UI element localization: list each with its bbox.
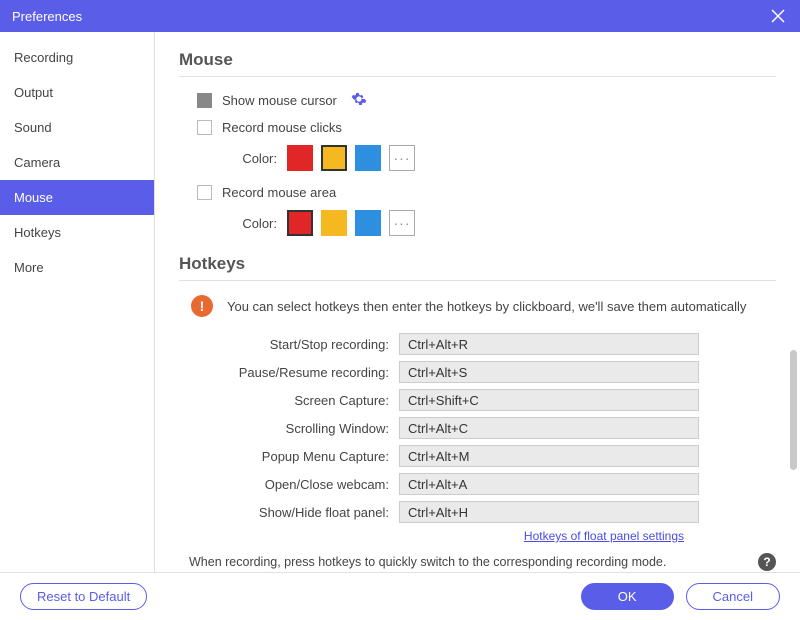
sidebar-item-output[interactable]: Output <box>0 75 154 110</box>
titlebar: Preferences <box>0 0 800 32</box>
gear-icon[interactable] <box>351 91 367 110</box>
cancel-button[interactable]: Cancel <box>686 583 780 610</box>
hotkey-row-scrolling-window: Scrolling Window: <box>179 417 776 439</box>
sidebar-item-more[interactable]: More <box>0 250 154 285</box>
ok-button[interactable]: OK <box>581 583 674 610</box>
hotkeys-note-text: When recording, press hotkeys to quickly… <box>189 555 748 569</box>
hotkey-label: Scrolling Window: <box>179 421 389 436</box>
hotkey-input-float-panel[interactable] <box>399 501 699 523</box>
sidebar-item-sound[interactable]: Sound <box>0 110 154 145</box>
sidebar-item-camera[interactable]: Camera <box>0 145 154 180</box>
hotkey-label: Popup Menu Capture: <box>179 449 389 464</box>
hotkey-row-webcam: Open/Close webcam: <box>179 473 776 495</box>
reset-default-button[interactable]: Reset to Default <box>20 583 147 610</box>
sidebar: Recording Output Sound Camera Mouse Hotk… <box>0 32 155 572</box>
hotkey-input-popup-menu[interactable] <box>399 445 699 467</box>
help-icon[interactable]: ? <box>758 553 776 571</box>
hotkey-row-screen-capture: Screen Capture: <box>179 389 776 411</box>
hotkey-input-scrolling-window[interactable] <box>399 417 699 439</box>
window-title: Preferences <box>12 9 82 24</box>
scrollbar-thumb[interactable] <box>790 350 797 470</box>
hotkey-input-pause-resume[interactable] <box>399 361 699 383</box>
float-panel-settings-link[interactable]: Hotkeys of float panel settings <box>179 529 684 543</box>
info-icon: ! <box>191 295 213 317</box>
record-area-label: Record mouse area <box>222 185 336 200</box>
hotkey-label: Pause/Resume recording: <box>179 365 389 380</box>
hotkey-label: Start/Stop recording: <box>179 337 389 352</box>
record-area-row: Record mouse area <box>179 185 776 200</box>
hotkeys-info-text: You can select hotkeys then enter the ho… <box>227 299 746 314</box>
hotkey-label: Show/Hide float panel: <box>179 505 389 520</box>
record-area-checkbox[interactable] <box>197 185 212 200</box>
area-color-label: Color: <box>229 216 277 231</box>
footer: Reset to Default OK Cancel <box>0 572 800 620</box>
close-icon[interactable] <box>768 6 788 26</box>
hotkey-input-webcam[interactable] <box>399 473 699 495</box>
hotkey-input-screen-capture[interactable] <box>399 389 699 411</box>
hotkeys-section-title: Hotkeys <box>179 254 776 281</box>
area-color-red[interactable] <box>287 210 313 236</box>
hotkey-label: Screen Capture: <box>179 393 389 408</box>
area-color-orange[interactable] <box>321 210 347 236</box>
content-panel: Mouse Show mouse cursor Record mouse cli… <box>155 32 800 572</box>
record-clicks-label: Record mouse clicks <box>222 120 342 135</box>
hotkeys-info-row: ! You can select hotkeys then enter the … <box>179 295 776 317</box>
show-cursor-label: Show mouse cursor <box>222 93 337 108</box>
sidebar-item-hotkeys[interactable]: Hotkeys <box>0 215 154 250</box>
clicks-color-red[interactable] <box>287 145 313 171</box>
hotkey-row-start-stop: Start/Stop recording: <box>179 333 776 355</box>
area-color-more[interactable]: ··· <box>389 210 415 236</box>
hotkey-row-float-panel: Show/Hide float panel: <box>179 501 776 523</box>
show-cursor-checkbox[interactable] <box>197 93 212 108</box>
hotkey-input-start-stop[interactable] <box>399 333 699 355</box>
sidebar-item-recording[interactable]: Recording <box>0 40 154 75</box>
area-color-row: Color: ··· <box>229 210 776 236</box>
record-clicks-checkbox[interactable] <box>197 120 212 135</box>
clicks-color-orange[interactable] <box>321 145 347 171</box>
show-cursor-row: Show mouse cursor <box>179 91 776 110</box>
mouse-section-title: Mouse <box>179 50 776 77</box>
clicks-color-label: Color: <box>229 151 277 166</box>
hotkey-row-pause-resume: Pause/Resume recording: <box>179 361 776 383</box>
hotkey-row-popup-menu: Popup Menu Capture: <box>179 445 776 467</box>
clicks-color-row: Color: ··· <box>229 145 776 171</box>
clicks-color-more[interactable]: ··· <box>389 145 415 171</box>
hotkeys-note-row: When recording, press hotkeys to quickly… <box>189 553 776 571</box>
record-clicks-row: Record mouse clicks <box>179 120 776 135</box>
clicks-color-blue[interactable] <box>355 145 381 171</box>
sidebar-item-mouse[interactable]: Mouse <box>0 180 154 215</box>
hotkey-label: Open/Close webcam: <box>179 477 389 492</box>
area-color-blue[interactable] <box>355 210 381 236</box>
